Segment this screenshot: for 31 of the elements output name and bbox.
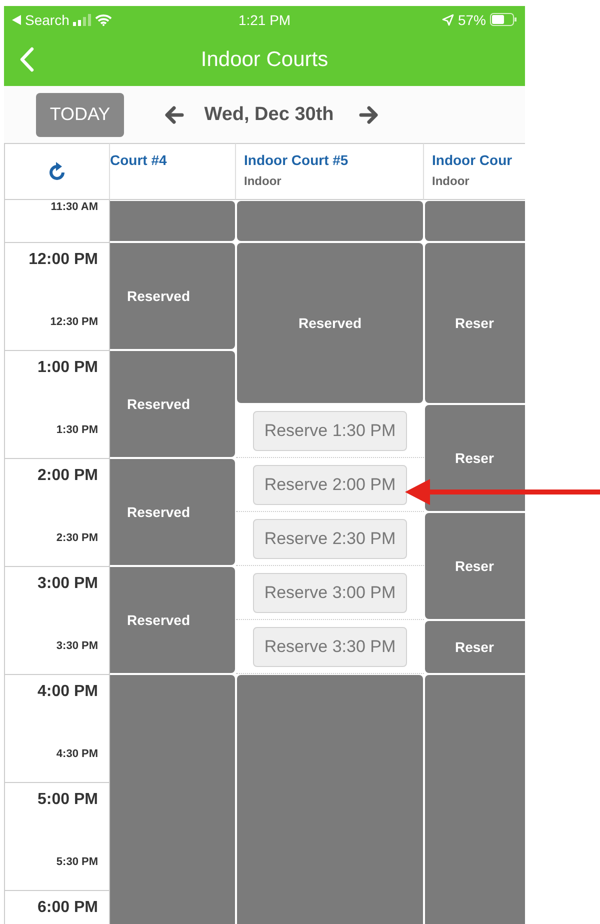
- reserved-label: Reserved: [126, 288, 190, 304]
- clock-time: 1:21 PM: [238, 12, 291, 28]
- reserved-label: Reser: [455, 639, 494, 655]
- selected-date: Wed, Dec 30th: [203, 104, 335, 126]
- reserved-label: Reser: [455, 450, 494, 466]
- reserve-slot-button[interactable]: Reserve 1:30 PM: [253, 410, 407, 450]
- back-app-link[interactable]: Search: [25, 12, 70, 28]
- court-type: Indoor: [244, 174, 282, 188]
- court-type: Indoor: [432, 174, 470, 188]
- previous-day-arrow-icon[interactable]: [164, 106, 184, 124]
- reserved-label: Reserved: [126, 612, 190, 628]
- reserved-label: Reser: [455, 315, 494, 331]
- reserve-slot-button[interactable]: Reserve 3:30 PM: [253, 626, 407, 666]
- reserved-label: Reser: [455, 558, 494, 574]
- reserved-label: Reserved: [126, 504, 190, 520]
- screen-title: Indoor Courts: [200, 48, 330, 72]
- court-name[interactable]: Indoor Cour: [432, 152, 525, 168]
- reserve-slot-button[interactable]: Reserve 2:30 PM: [253, 518, 407, 558]
- signal-icon: [73, 14, 92, 26]
- court-name[interactable]: Indoor Court #5: [244, 152, 423, 168]
- battery-icon: [490, 13, 518, 26]
- wifi-icon: [95, 14, 112, 26]
- reserve-slot-button[interactable]: Reserve 3:00 PM: [253, 572, 407, 612]
- next-day-arrow-icon[interactable]: [359, 106, 379, 124]
- reserved-label: Reserved: [126, 396, 190, 412]
- refresh-icon[interactable]: [47, 162, 67, 182]
- reserve-slot-button[interactable]: Reserve 2:00 PM: [253, 464, 407, 504]
- battery-percent: 57%: [458, 12, 486, 28]
- today-button[interactable]: TODAY: [36, 92, 124, 136]
- reserved-label: Reserved: [298, 315, 362, 331]
- location-arrow-icon: [442, 14, 454, 26]
